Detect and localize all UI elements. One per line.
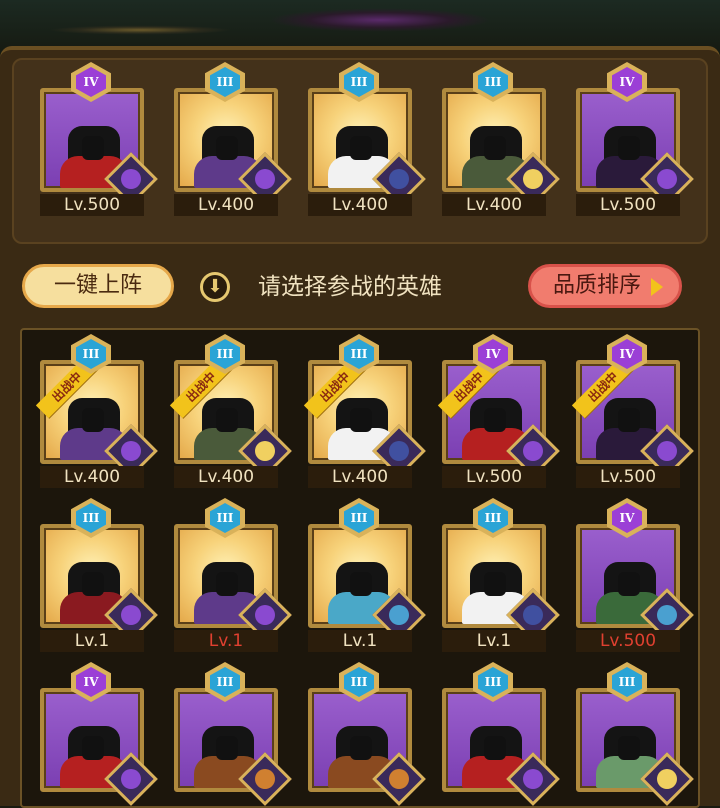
hero-card-1[interactable]: 出战中 III Lv.400 — [35, 334, 158, 488]
hero-face — [82, 408, 104, 432]
hero-level: Lv.1 — [442, 630, 546, 652]
hero-list[interactable]: 出战中 III Lv.400 出战中 III Lv.400 出战中 III Lv.400 出战中 I… — [20, 328, 700, 808]
hero-level: Lv.1 — [174, 630, 278, 652]
hero-card-3[interactable]: 出战中 III Lv.400 — [303, 334, 426, 488]
hero-face — [82, 572, 104, 596]
hero-level: Lv.400 — [40, 466, 144, 488]
hero-face — [350, 136, 372, 160]
hero-face — [82, 736, 104, 760]
hero-face — [216, 136, 238, 160]
hero-face — [350, 736, 372, 760]
hero-face — [484, 136, 506, 160]
rank-badge-icon: III — [339, 334, 379, 376]
hero-face — [82, 136, 104, 160]
hero-face — [216, 408, 238, 432]
download-icon[interactable]: ⬇ — [200, 272, 230, 302]
rank-badge-icon: IV — [607, 498, 647, 540]
hero-face — [618, 136, 640, 160]
rank-badge-icon: III — [339, 62, 379, 104]
hero-level: Lv.400 — [442, 194, 546, 216]
team-slot-4[interactable]: III Lv.400 — [442, 62, 560, 216]
quality-sort-button[interactable]: 品质排序 — [528, 264, 682, 308]
hero-card-9[interactable]: III Lv.1 — [442, 498, 560, 652]
auto-deploy-button[interactable]: 一键上阵 — [22, 264, 174, 308]
hero-card-12[interactable]: III — [174, 662, 292, 806]
rank-badge-icon: IV — [71, 662, 111, 704]
hero-level: Lv.500 — [576, 466, 680, 488]
play-arrow-icon — [651, 278, 663, 296]
quality-sort-label: 品质排序 — [553, 273, 642, 298]
hero-card-6[interactable]: III Lv.1 — [40, 498, 158, 652]
hero-card-15[interactable]: III — [576, 662, 694, 806]
rank-badge-icon: III — [71, 334, 111, 376]
hero-level: Lv.400 — [308, 466, 412, 488]
hero-card-13[interactable]: III — [308, 662, 426, 806]
hero-card-8[interactable]: III Lv.1 — [308, 498, 426, 652]
hero-face — [216, 572, 238, 596]
rank-badge-icon: III — [71, 498, 111, 540]
select-hero-tip: 请选择参战的英雄 — [258, 274, 442, 300]
hero-face — [484, 736, 506, 760]
hero-level: Lv.400 — [174, 466, 278, 488]
hero-face — [484, 572, 506, 596]
team-slot-2[interactable]: III Lv.400 — [174, 62, 292, 216]
hero-face — [484, 408, 506, 432]
hero-card-4[interactable]: 出战中 IV Lv.500 — [437, 334, 560, 488]
team-slot-3[interactable]: III Lv.400 — [308, 62, 426, 216]
hero-face — [618, 736, 640, 760]
hero-level: Lv.500 — [442, 466, 546, 488]
rank-badge-icon: III — [473, 662, 513, 704]
hero-level: Lv.500 — [40, 194, 144, 216]
rank-badge-icon: III — [205, 662, 245, 704]
rank-badge-icon: III — [339, 662, 379, 704]
hero-level: Lv.500 — [576, 194, 680, 216]
hero-level: Lv.400 — [308, 194, 412, 216]
rank-badge-icon: IV — [607, 62, 647, 104]
rank-badge-icon: III — [473, 62, 513, 104]
hero-level: Lv.400 — [174, 194, 278, 216]
rank-badge-icon: IV — [71, 62, 111, 104]
rank-badge-icon: III — [205, 62, 245, 104]
rank-badge-icon: III — [205, 498, 245, 540]
rank-badge-icon: IV — [607, 334, 647, 376]
hero-card-11[interactable]: IV — [40, 662, 158, 806]
hero-face — [216, 736, 238, 760]
hero-face — [618, 408, 640, 432]
hero-face — [350, 408, 372, 432]
rank-badge-icon: III — [339, 498, 379, 540]
rank-badge-icon: III — [473, 498, 513, 540]
hero-card-7[interactable]: III Lv.1 — [174, 498, 292, 652]
hero-card-2[interactable]: 出战中 III Lv.400 — [169, 334, 292, 488]
hero-card-10[interactable]: IV Lv.500 — [576, 498, 694, 652]
hero-card-14[interactable]: III — [442, 662, 560, 806]
team-slot-1[interactable]: IV Lv.500 — [40, 62, 158, 216]
hero-level: Lv.500 — [576, 630, 680, 652]
hero-face — [618, 572, 640, 596]
team-slot-5[interactable]: IV Lv.500 — [576, 62, 694, 216]
rank-badge-icon: III — [205, 334, 245, 376]
hero-level: Lv.1 — [308, 630, 412, 652]
hero-level: Lv.1 — [40, 630, 144, 652]
hero-card-5[interactable]: 出战中 IV Lv.500 — [571, 334, 694, 488]
rank-badge-icon: IV — [473, 334, 513, 376]
hero-face — [350, 572, 372, 596]
team-lineup: IV Lv.500 III Lv.400 III Lv.400 III Lv.400 IV Lv.… — [12, 58, 708, 244]
rank-badge-icon: III — [607, 662, 647, 704]
